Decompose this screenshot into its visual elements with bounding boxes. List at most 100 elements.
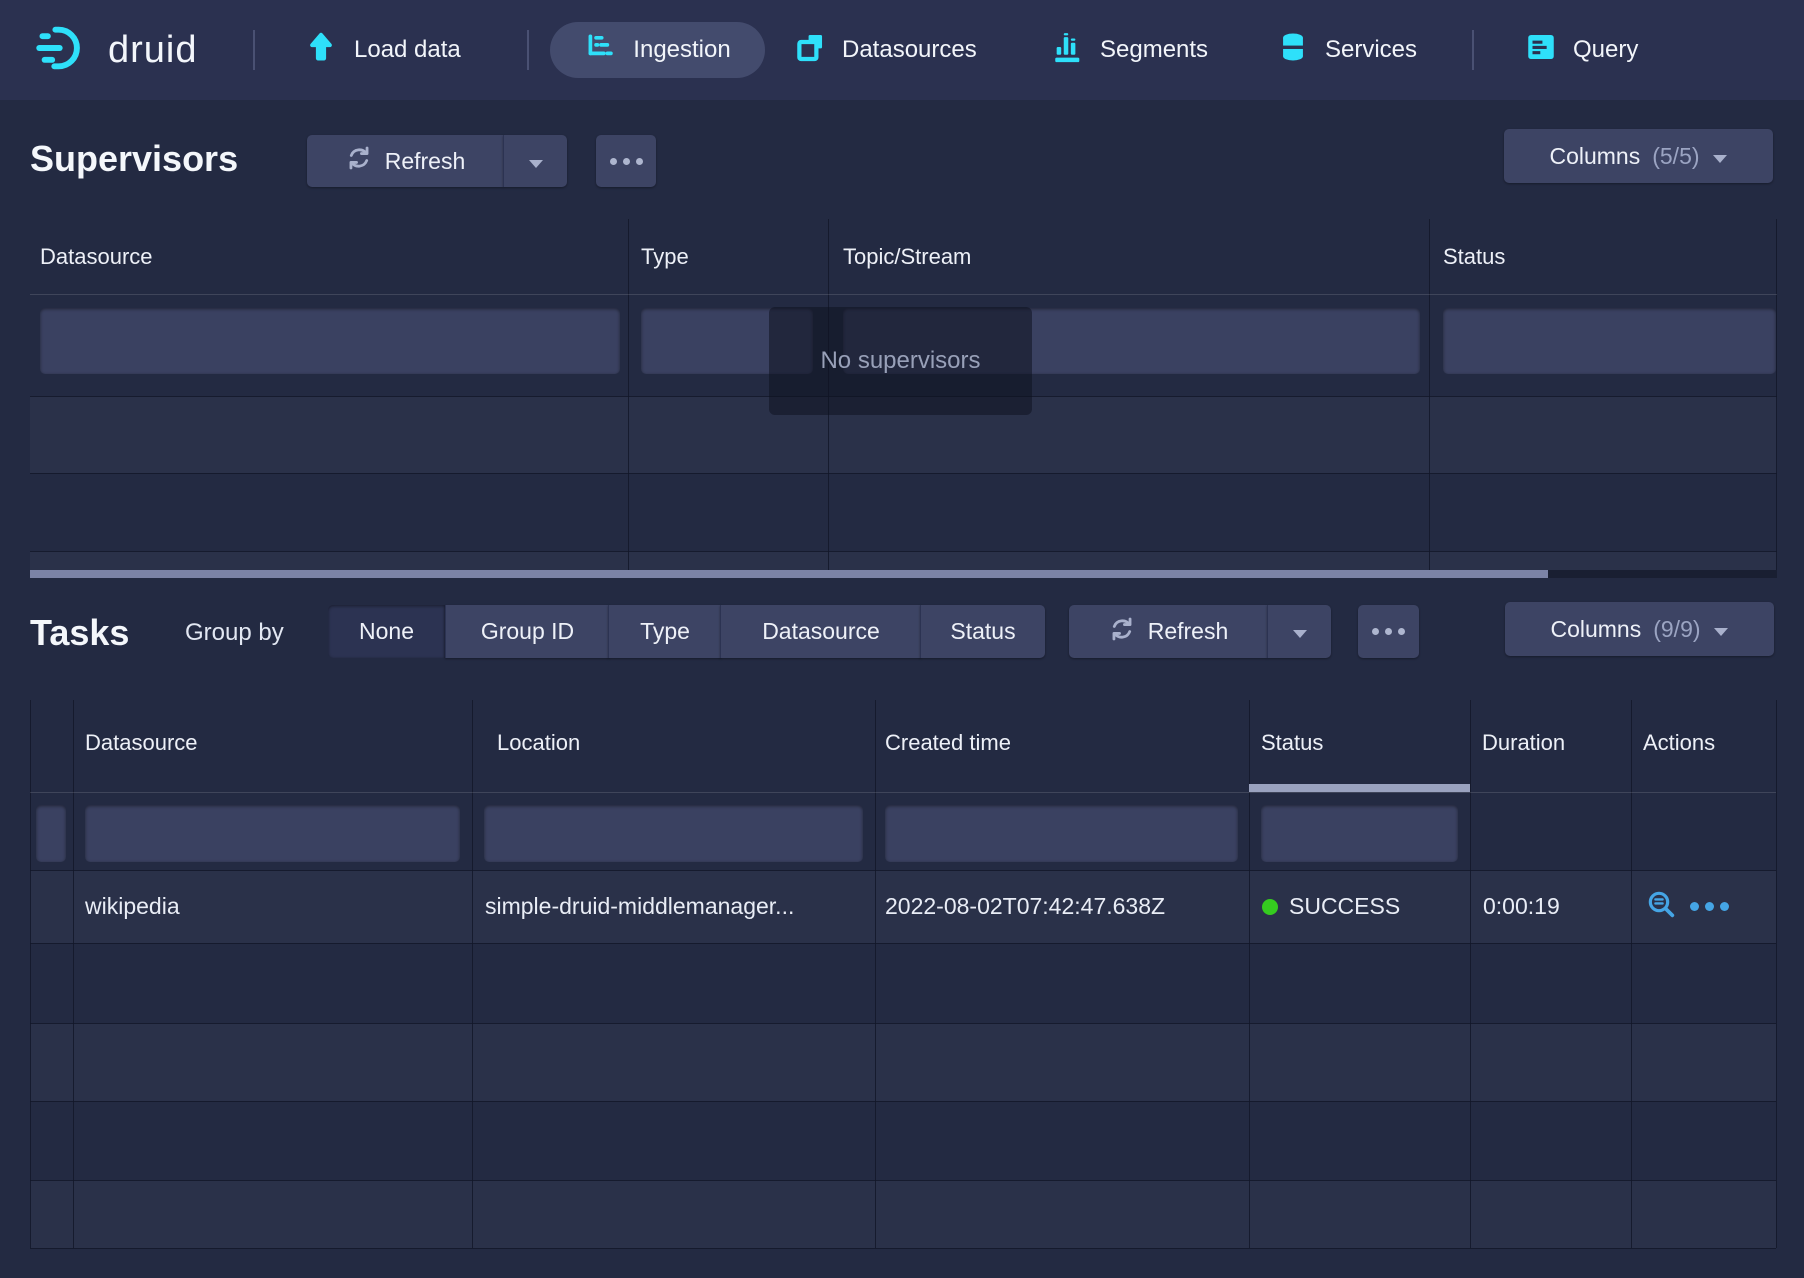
tasks-more-button[interactable] [1358, 605, 1419, 658]
task-datasource-cell: wikipedia [85, 870, 180, 943]
column-divider [1249, 700, 1250, 1248]
supervisors-refresh-button[interactable]: Refresh [307, 135, 503, 187]
services-icon [1276, 30, 1310, 71]
column-divider [73, 700, 74, 1248]
group-by-label: Group by [185, 619, 284, 647]
column-header-datasource[interactable]: Datasource [40, 219, 153, 294]
supervisor-datasource-filter-input[interactable] [40, 308, 620, 374]
top-nav: druid Load data Ingestion [0, 0, 1804, 100]
caret-down-icon [1713, 616, 1729, 643]
nav-item-label: Services [1325, 36, 1417, 64]
more-icon [610, 158, 643, 165]
columns-label: Columns [1549, 143, 1640, 170]
table-right-edge [1776, 700, 1777, 1248]
column-divider [472, 700, 473, 1248]
row-divider [30, 473, 1777, 474]
refresh-label: Refresh [385, 148, 466, 175]
columns-count: (9/9) [1653, 616, 1700, 643]
task-status-text: SUCCESS [1289, 893, 1400, 920]
task-status-cell: SUCCESS [1262, 870, 1400, 943]
column-divider [875, 700, 876, 1248]
task-datasource-filter-input[interactable] [85, 805, 460, 862]
supervisor-status-filter-input[interactable] [1443, 308, 1776, 374]
nav-item-query[interactable]: Query [1524, 0, 1638, 100]
task-id-filter-input[interactable] [36, 805, 66, 862]
no-supervisors-message: No supervisors [769, 307, 1032, 415]
group-by-datasource-button[interactable]: Datasource [720, 605, 921, 658]
table-left-edge [30, 700, 31, 1248]
druid-logo-text: druid [108, 29, 198, 72]
group-by-none-button[interactable]: None [328, 605, 445, 658]
row-divider [30, 1101, 1776, 1102]
supervisors-more-button[interactable] [596, 135, 656, 187]
more-actions-icon [1690, 902, 1729, 911]
table-right-edge [1776, 219, 1777, 570]
sort-indicator [1249, 784, 1470, 792]
header-divider [30, 792, 1776, 793]
more-icon [1372, 628, 1405, 635]
task-detail-button[interactable] [1645, 870, 1677, 943]
task-status-filter-input[interactable] [1261, 805, 1458, 862]
column-divider [1631, 700, 1632, 1248]
task-created-time-filter-input[interactable] [885, 805, 1238, 862]
column-divider [1429, 219, 1430, 570]
refresh-icon [1108, 615, 1136, 649]
datasources-icon [793, 30, 827, 71]
row-divider [30, 1248, 1776, 1249]
ingestion-icon [584, 30, 618, 71]
column-header-location[interactable]: Location [497, 700, 580, 786]
druid-logo-icon [36, 22, 92, 79]
column-divider [628, 219, 629, 570]
group-by-group-id-button[interactable]: Group ID [445, 605, 609, 658]
column-header-status[interactable]: Status [1261, 700, 1323, 786]
load-data-icon [303, 29, 339, 72]
column-header-topic-stream[interactable]: Topic/Stream [843, 219, 971, 294]
tasks-columns-button[interactable]: Columns (9/9) [1505, 602, 1774, 656]
row-divider [30, 1023, 1776, 1024]
nav-item-label: Ingestion [633, 36, 730, 64]
caret-down-icon [528, 148, 544, 175]
supervisors-refresh-caret-button[interactable] [503, 135, 567, 187]
row-divider [30, 551, 1777, 552]
magnifier-icon [1645, 888, 1677, 926]
success-status-dot [1262, 899, 1278, 915]
druid-logo[interactable]: druid [36, 0, 198, 100]
header-divider [30, 294, 1777, 295]
nav-separator [1472, 30, 1474, 70]
supervisors-title: Supervisors [30, 138, 238, 180]
nav-item-load-data[interactable]: Load data [303, 0, 461, 100]
column-header-type[interactable]: Type [641, 219, 689, 294]
group-by-type-button[interactable]: Type [608, 605, 721, 658]
nav-item-services[interactable]: Services [1276, 0, 1417, 100]
nav-item-ingestion[interactable]: Ingestion [550, 22, 765, 78]
task-duration-cell: 0:00:19 [1483, 870, 1560, 943]
caret-down-icon [1712, 143, 1728, 170]
tasks-title: Tasks [30, 612, 129, 654]
column-header-created-time[interactable]: Created time [885, 700, 1011, 786]
task-location-cell: simple-druid-middlemanager... [485, 870, 794, 943]
nav-item-datasources[interactable]: Datasources [793, 0, 977, 100]
task-actions-menu-button[interactable] [1690, 870, 1729, 943]
tasks-refresh-button[interactable]: Refresh [1069, 605, 1267, 658]
column-header-datasource[interactable]: Datasource [85, 700, 198, 786]
group-by-status-button[interactable]: Status [920, 605, 1045, 658]
column-divider [1470, 700, 1471, 1248]
nav-item-segments[interactable]: Segments [1051, 0, 1208, 100]
task-location-filter-input[interactable] [484, 805, 863, 862]
supervisors-columns-button[interactable]: Columns (5/5) [1504, 129, 1773, 183]
scrollbar-thumb[interactable] [30, 570, 1548, 578]
row-divider [30, 943, 1776, 944]
table-row [30, 1180, 1776, 1248]
refresh-icon [345, 144, 373, 178]
tasks-refresh-caret-button[interactable] [1267, 605, 1331, 658]
column-header-actions[interactable]: Actions [1643, 700, 1715, 786]
query-icon [1524, 30, 1558, 71]
column-header-status[interactable]: Status [1443, 219, 1505, 294]
nav-item-label: Datasources [842, 36, 977, 64]
row-divider [30, 1180, 1776, 1181]
column-header-duration[interactable]: Duration [1482, 700, 1565, 786]
nav-item-label: Load data [354, 36, 461, 64]
columns-count: (5/5) [1652, 143, 1699, 170]
table-row [30, 551, 1777, 570]
nav-item-label: Query [1573, 36, 1638, 64]
